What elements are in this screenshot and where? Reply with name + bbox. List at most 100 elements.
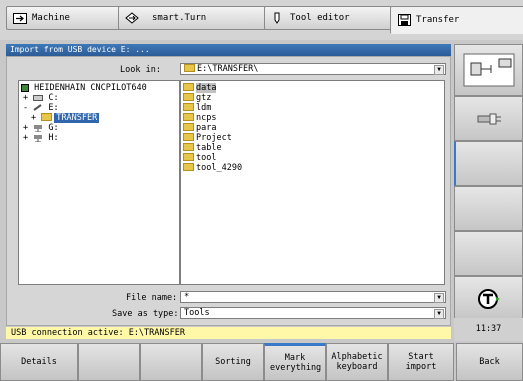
tree-item-c[interactable]: + C: — [23, 93, 59, 103]
tab-bar: Machine smart.Turn Tool editor Transfer — [0, 0, 523, 40]
list-item[interactable]: tool — [183, 152, 217, 163]
computer-icon — [21, 83, 29, 92]
vertical-softkey-5[interactable] — [454, 231, 523, 276]
list-item[interactable]: ldm — [183, 102, 212, 113]
expand-icon[interactable]: + — [23, 123, 28, 133]
sorting-button[interactable]: Sorting — [202, 343, 264, 381]
folder-icon — [183, 152, 194, 161]
start-import-label: Start import — [405, 352, 437, 372]
drive-icon — [33, 95, 44, 101]
clock: 11:37 — [454, 318, 523, 341]
list-item[interactable]: ncps — [183, 112, 217, 123]
tab-tool-editor[interactable]: Tool editor — [264, 6, 392, 30]
back-button[interactable]: Back — [456, 343, 523, 381]
save-type-dropdown[interactable]: Tools ▼ — [180, 307, 446, 319]
dialog-title: Import from USB device E: ... — [6, 44, 451, 56]
expand-icon[interactable]: + — [23, 93, 28, 103]
list-item-label: Project — [196, 133, 232, 143]
file-name-value: * — [184, 292, 190, 302]
tree-item-h[interactable]: + H: — [23, 133, 59, 143]
file-name-label: File name: — [126, 293, 178, 303]
tab-transfer[interactable]: Transfer — [390, 6, 523, 34]
list-item-label: para — [196, 123, 217, 133]
folder-icon — [183, 82, 194, 91]
vertical-softkey-3[interactable] — [454, 141, 523, 186]
tree-item-transfer[interactable]: + TRANSFER — [31, 112, 100, 123]
folder-icon — [183, 122, 194, 131]
tree-item-label: TRANSFER — [54, 113, 100, 123]
start-import-button[interactable]: Start import — [388, 343, 454, 381]
vertical-softkeys — [454, 44, 523, 321]
vertical-softkey-4[interactable] — [454, 186, 523, 231]
network-drive-icon — [34, 134, 43, 142]
tab-tool-editor-label: Tool editor — [290, 13, 350, 23]
look-in-dropdown[interactable]: E:\TRANSFER\ ▼ — [180, 63, 446, 75]
folder-icon — [183, 102, 194, 111]
mark-everything-button[interactable]: Mark everything — [264, 343, 326, 381]
file-list[interactable]: data gtz ldm ncps para Project table too… — [180, 80, 445, 285]
expand-icon[interactable]: + — [31, 113, 36, 123]
folder-icon — [183, 162, 194, 171]
softkey-bar: Details Sorting Mark everything Alphabet… — [0, 343, 523, 381]
status-bar: USB connection active: E:\TRANSFER — [6, 327, 451, 339]
folder-icon — [183, 92, 194, 101]
usb-drive-icon — [33, 104, 42, 111]
list-item[interactable]: table — [183, 142, 222, 153]
folder-icon — [184, 63, 195, 72]
alphabetic-keyboard-button[interactable]: Alphabetic keyboard — [326, 343, 388, 381]
list-item-label: ncps — [196, 113, 217, 123]
softkey-empty-2[interactable] — [140, 343, 202, 381]
list-item[interactable]: para — [183, 122, 217, 133]
tab-machine[interactable]: Machine — [6, 6, 122, 30]
softkey-empty-1[interactable] — [78, 343, 140, 381]
tab-machine-label: Machine — [32, 13, 70, 23]
save-type-label: Save as type: — [112, 309, 179, 319]
tree-item-label: H: — [48, 133, 59, 143]
expand-icon[interactable]: + — [23, 133, 28, 143]
chevron-down-icon: ▼ — [434, 293, 444, 303]
tree-item-e[interactable]: - E: — [23, 103, 59, 113]
tab-transfer-label: Transfer — [416, 15, 460, 25]
tab-smart-turn-label: smart.Turn — [152, 13, 207, 23]
alphabetic-keyboard-label: Alphabetic keyboard — [331, 352, 383, 372]
machine-diagram-icon — [463, 53, 514, 87]
tree-item-label: G: — [48, 123, 59, 133]
machine-mode-button[interactable] — [454, 44, 523, 96]
list-item-label: table — [196, 143, 222, 153]
mark-everything-label: Mark everything — [270, 353, 322, 373]
folder-tree[interactable]: HEIDENHAIN CNCPILOT640 + C: - E: + TRANS… — [18, 80, 180, 285]
tool-t-icon — [477, 288, 500, 309]
save-type-value: Tools — [184, 308, 210, 318]
connector-button[interactable] — [454, 96, 523, 141]
back-label: Back — [479, 357, 500, 367]
folder-open-icon — [41, 112, 53, 121]
list-item-label: tool_4290 — [196, 163, 243, 173]
list-item[interactable]: tool_4290 — [183, 162, 243, 173]
connector-icon — [477, 113, 501, 124]
look-in-value: E:\TRANSFER\ — [197, 64, 259, 74]
transfer-icon — [397, 14, 411, 26]
list-item-label: ldm — [196, 103, 212, 113]
folder-icon — [183, 132, 194, 141]
tree-item-g[interactable]: + G: — [23, 123, 59, 133]
network-drive-icon — [34, 124, 43, 132]
machine-arrow-icon — [13, 12, 27, 24]
list-item[interactable]: Project — [183, 132, 232, 143]
look-in-label: Look in: — [120, 65, 161, 75]
tool-button[interactable] — [454, 276, 523, 321]
list-item[interactable]: gtz — [183, 92, 211, 103]
folder-icon — [183, 112, 194, 121]
file-name-field[interactable]: * ▼ — [180, 291, 446, 303]
chevron-down-icon: ▼ — [434, 65, 444, 75]
tree-item-root[interactable]: HEIDENHAIN CNCPILOT640 — [21, 83, 147, 93]
tool-editor-icon — [271, 12, 285, 24]
details-button[interactable]: Details — [0, 343, 78, 381]
chevron-down-icon: ▼ — [434, 309, 444, 319]
tab-smart-turn[interactable]: smart.Turn — [118, 6, 266, 30]
collapse-icon[interactable]: - — [23, 103, 28, 113]
list-item-label: tool — [196, 153, 217, 163]
folder-icon — [183, 142, 194, 151]
details-label: Details — [21, 357, 57, 367]
list-item[interactable]: data — [183, 82, 217, 93]
tree-item-label: HEIDENHAIN CNCPILOT640 — [34, 83, 147, 93]
